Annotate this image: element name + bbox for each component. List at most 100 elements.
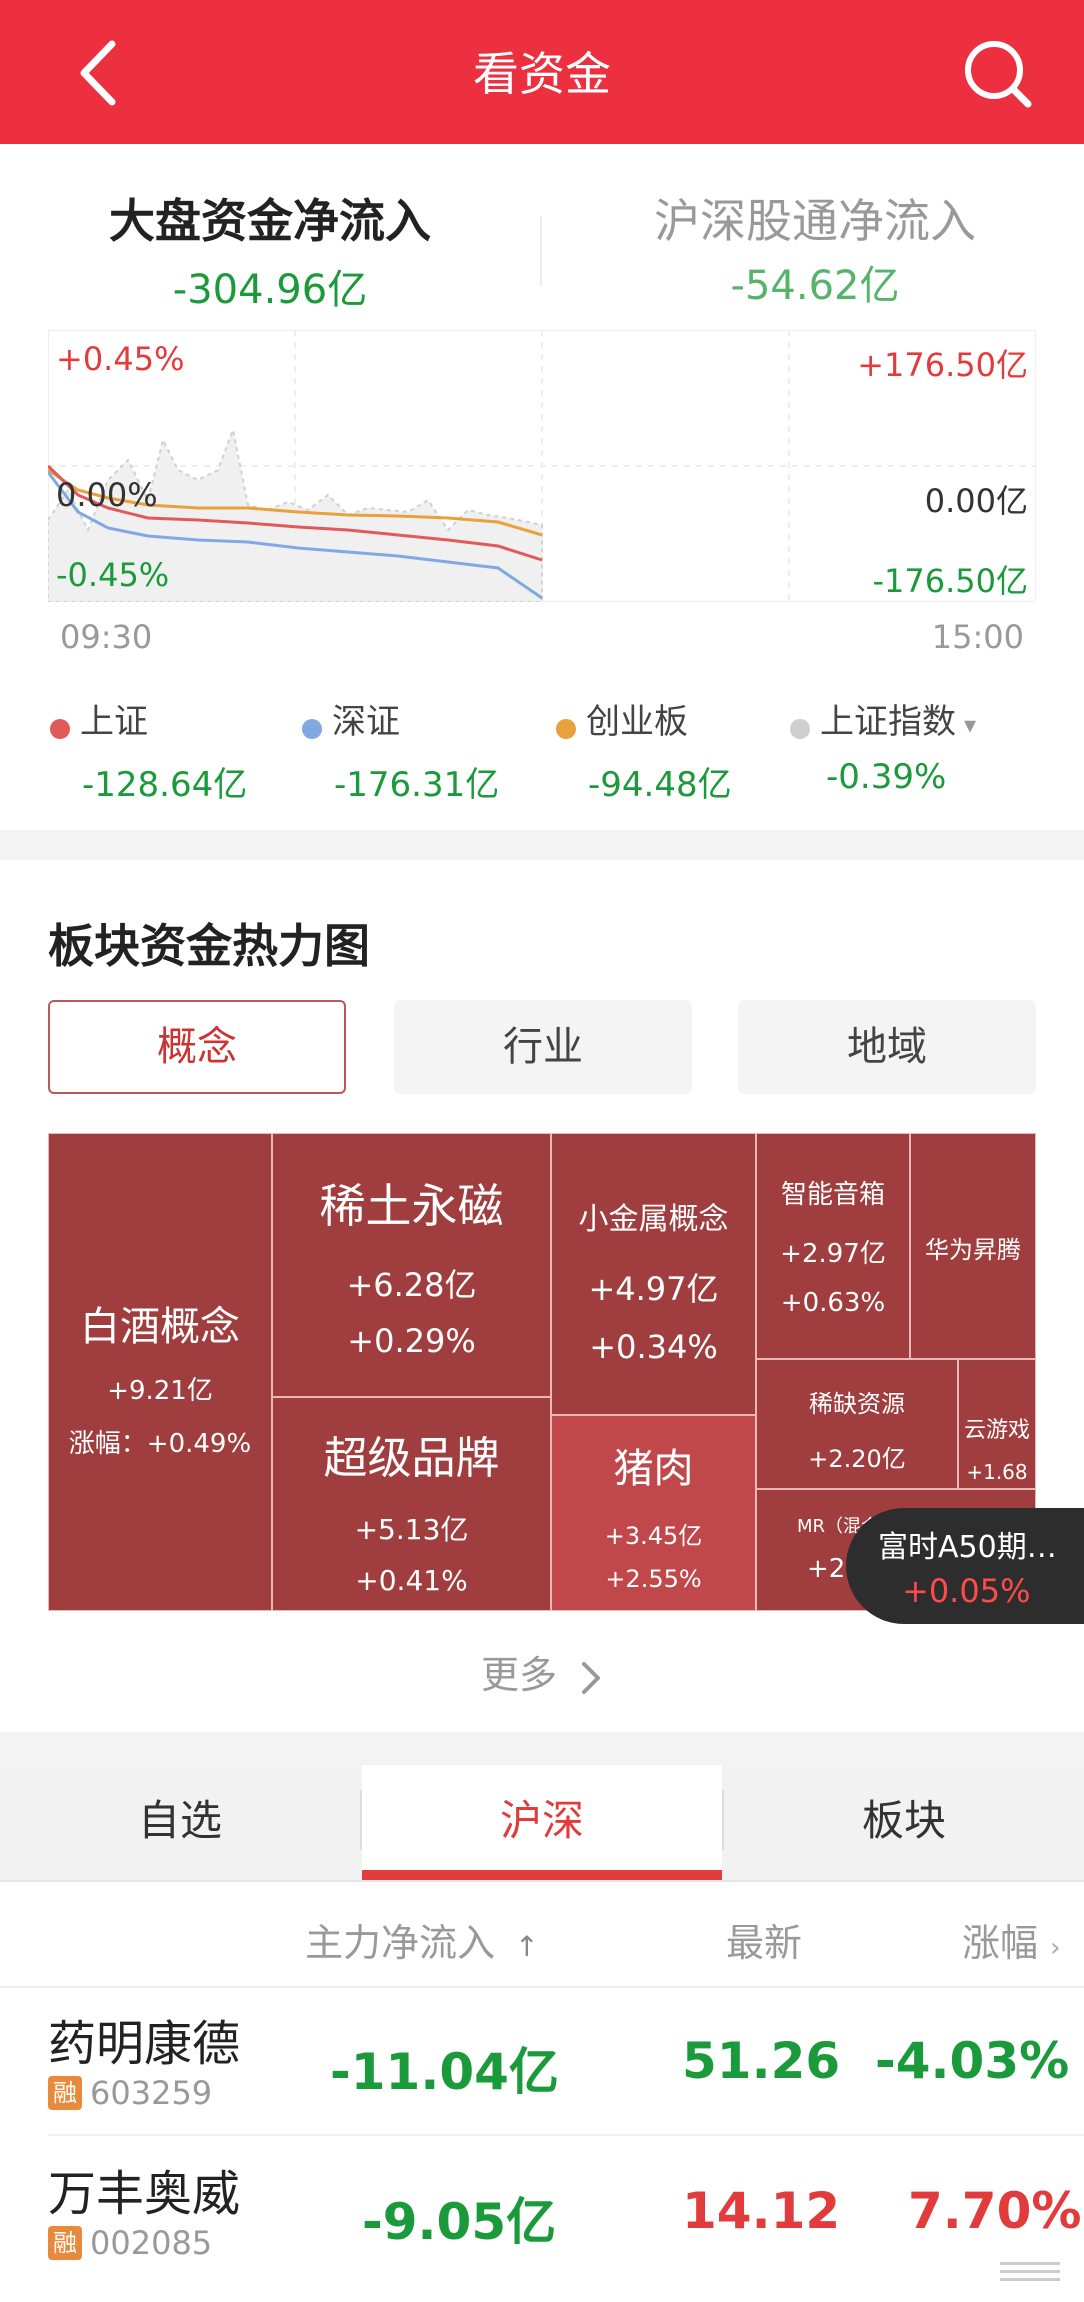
cell-change: +0.34%	[589, 1328, 718, 1366]
legend-label: 创业板	[586, 702, 688, 742]
cell-change: +0.63%	[780, 1288, 886, 1318]
chart-time-start: 09:30	[60, 618, 153, 656]
hsgt-net-inflow-title: 沪深股通净流入	[654, 194, 976, 248]
stock-name: 药明康德	[48, 2016, 241, 2072]
heatmap-cell-chaoji[interactable]: 超级品牌 +5.13亿 +0.41%	[272, 1397, 551, 1611]
heatmap-cell-zhurou[interactable]: 猪肉 +3.45亿 +2.55%	[551, 1415, 756, 1611]
cell-name: 稀缺资源	[809, 1390, 905, 1418]
cell-flow: +1.68亿	[966, 1460, 1028, 1484]
legend-dot-index	[790, 718, 810, 739]
app-header: 看资金	[0, 0, 1084, 144]
margin-badge: 融	[48, 2076, 82, 2110]
tabs-divider	[0, 1880, 1084, 1882]
header-change-label: 涨幅	[962, 1921, 1039, 1965]
table-row[interactable]: 药明康德 融 603259 -11.04亿 51.26 -4.03%	[0, 1990, 1084, 2134]
chart-left-bottom-label: -0.45%	[56, 556, 170, 594]
cell-name: 稀土永磁	[319, 1179, 504, 1233]
section-divider	[0, 830, 1084, 860]
menu-lines-icon	[1000, 2262, 1060, 2282]
legend-label: 上证指数	[820, 702, 956, 742]
cell-flow: +2.20亿	[808, 1445, 906, 1473]
market-net-inflow-value: -304.96亿	[172, 267, 368, 313]
page-title: 看资金	[473, 47, 611, 101]
cell-change: +0.41%	[355, 1564, 468, 1597]
sort-arrow-icon: ↑	[515, 1930, 539, 1963]
cell-flow: +4.97亿	[588, 1270, 719, 1308]
chart-right-top-label: +176.50亿	[857, 346, 1028, 384]
header-latest-price[interactable]: 最新	[726, 1912, 802, 1967]
hsgt-net-inflow-tab[interactable]: 沪深股通净流入 -54.62亿	[630, 185, 1000, 311]
header-change[interactable]: 涨幅 ›	[962, 1912, 1061, 1967]
cell-name: 智能音箱	[780, 1180, 885, 1210]
tab-shanghai-shenzhen[interactable]: 沪深	[362, 1765, 722, 1877]
tab-region[interactable]: 地域	[738, 1000, 1036, 1094]
chart-right-mid-label: 0.00亿	[924, 482, 1028, 520]
legend-index-selector[interactable]: 上证指数 ▾ -0.39%	[790, 694, 1050, 797]
more-link[interactable]: 更多	[440, 1644, 644, 1699]
cell-flow: +2.97亿	[780, 1239, 886, 1269]
cell-name: 小金属概念	[578, 1202, 729, 1237]
header-net-inflow[interactable]: 主力净流入 ↑	[305, 1912, 539, 1967]
tab-concept[interactable]: 概念	[48, 1000, 346, 1094]
tab-watchlist[interactable]: 自选	[0, 1765, 360, 1877]
heatmap-cell-xiaojin[interactable]: 小金属概念 +4.97亿 +0.34%	[551, 1133, 756, 1415]
heatmap-cell-baijiu[interactable]: 白酒概念 +9.21亿 涨幅：+0.49%	[48, 1133, 272, 1611]
cell-flow: +9.21亿	[107, 1376, 213, 1406]
legend-value: -128.64亿	[82, 765, 248, 805]
change-percent: -4.03%	[875, 2032, 1070, 2090]
floating-quote-popup[interactable]: 富时A50期… +0.05%	[846, 1508, 1084, 1624]
heatmap-cell-zhineng[interactable]: 智能音箱 +2.97亿 +0.63%	[756, 1133, 910, 1359]
chart-left-top-label: +0.45%	[56, 340, 185, 378]
legend-dot-shenzhen	[302, 718, 322, 739]
cell-name: 云游戏	[963, 1418, 1030, 1443]
stock-code-line: 融 002085	[48, 2224, 212, 2262]
chart-right-bottom-label: -176.50亿	[872, 562, 1028, 600]
stock-code: 603259	[90, 2074, 213, 2112]
heatmap-title: 板块资金热力图	[48, 919, 370, 973]
cell-flow: +6.28亿	[346, 1266, 477, 1304]
table-row[interactable]: 万丰奥威 融 002085 -9.05亿 14.12 7.70%	[0, 2136, 1084, 2286]
heatmap-cell-huawei[interactable]: 华为昇腾	[910, 1133, 1036, 1359]
cell-name: 白酒概念	[80, 1304, 240, 1350]
tab-industry[interactable]: 行业	[394, 1000, 692, 1094]
cell-flow: +5.13亿	[354, 1513, 469, 1546]
legend-dot-shanghai	[50, 718, 70, 739]
cell-name: 超级品牌	[323, 1433, 500, 1484]
cell-change: +0.29%	[347, 1322, 476, 1360]
active-tab-indicator	[362, 1870, 722, 1880]
stock-code: 002085	[90, 2224, 213, 2262]
stock-code-line: 融 603259	[48, 2074, 212, 2112]
market-net-inflow-tab[interactable]: 大盘资金净流入 -304.96亿	[60, 185, 480, 315]
chevron-right-icon: ›	[1050, 1933, 1061, 1963]
hsgt-net-inflow-value: -54.62亿	[730, 263, 900, 309]
popup-value: +0.05%	[902, 1572, 1031, 1610]
legend-value: -176.31亿	[334, 765, 500, 805]
heatmap-cell-xitu[interactable]: 稀土永磁 +6.28亿 +0.29%	[272, 1133, 551, 1397]
dropdown-arrow-icon: ▾	[964, 711, 977, 739]
legend-chinext: 创业板 -94.48亿	[556, 694, 796, 806]
search-icon[interactable]	[960, 36, 1034, 110]
tab-sector[interactable]: 板块	[724, 1765, 1084, 1877]
net-inflow-value: -11.04亿	[330, 2043, 559, 2101]
cell-name: 猪肉	[613, 1446, 694, 1492]
section-divider	[0, 1732, 1084, 1762]
legend-value: -94.48亿	[588, 765, 732, 805]
market-net-inflow-title: 大盘资金净流入	[109, 194, 431, 248]
heatmap-cell-xique[interactable]: 稀缺资源 +2.20亿	[756, 1359, 958, 1489]
legend-value: -0.39%	[826, 757, 947, 797]
net-inflow-value: -9.05亿	[362, 2193, 557, 2251]
table-header-divider	[0, 1986, 1084, 1988]
legend-shenzhen: 深证 -176.31亿	[302, 694, 542, 806]
legend-label: 上证	[80, 702, 148, 742]
summary-divider	[540, 216, 542, 286]
latest-price: 14.12	[682, 2182, 841, 2240]
cell-name: 华为昇腾	[925, 1236, 1021, 1264]
heatmap-cell-yunyouxi[interactable]: 云游戏 +1.68亿	[958, 1359, 1036, 1489]
cell-change: +2.55%	[605, 1565, 702, 1593]
margin-badge: 融	[48, 2226, 82, 2260]
legend-label: 深证	[332, 702, 400, 742]
popup-name: 富时A50期…	[878, 1530, 1057, 1565]
legend-shanghai: 上证 -128.64亿	[50, 694, 290, 806]
more-label: 更多	[480, 1653, 557, 1697]
stock-name: 万丰奥威	[48, 2166, 241, 2222]
